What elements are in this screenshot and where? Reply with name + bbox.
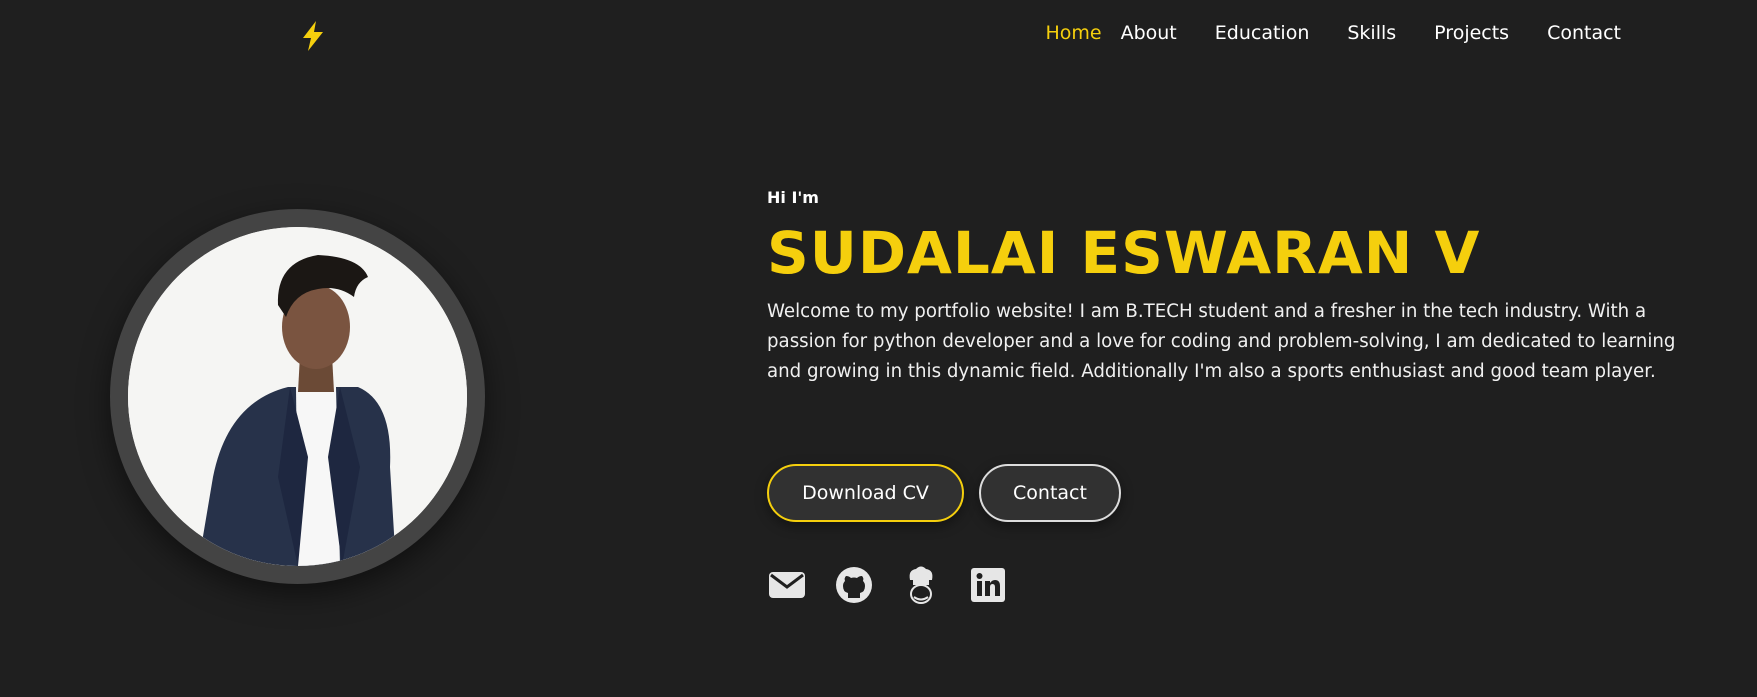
portfolio-page: Home About Education Skills Projects Con…: [0, 0, 1757, 697]
hero-buttons: Download CV Contact: [767, 464, 1121, 522]
linkedin-icon[interactable]: [968, 564, 1008, 606]
codechef-icon[interactable]: [901, 564, 941, 606]
download-cv-button[interactable]: Download CV: [767, 464, 964, 522]
hero-name: SUDALAI ESWARAN V: [767, 219, 1481, 287]
github-icon[interactable]: [834, 564, 874, 606]
envelope-icon[interactable]: [767, 564, 807, 606]
nav-projects[interactable]: Projects: [1434, 22, 1509, 44]
hero-bio: Welcome to my portfolio website! I am B.…: [767, 301, 1676, 382]
lightning-bolt-icon[interactable]: [298, 20, 328, 52]
nav-home[interactable]: Home: [1045, 22, 1101, 44]
main-nav: Home About Education Skills Projects Con…: [1045, 22, 1621, 44]
nav-education[interactable]: Education: [1215, 22, 1310, 44]
greeting-text: Hi I'm: [767, 188, 819, 207]
social-links: [767, 564, 1035, 606]
nav-skills[interactable]: Skills: [1347, 22, 1396, 44]
avatar: [128, 227, 467, 566]
nav-about[interactable]: About: [1121, 22, 1177, 44]
avatar-frame: [110, 209, 485, 584]
contact-button[interactable]: Contact: [979, 464, 1121, 522]
hero-section: Hi I'm SUDALAI ESWARAN V Welcome to my p…: [767, 188, 1707, 387]
nav-contact[interactable]: Contact: [1547, 22, 1621, 44]
